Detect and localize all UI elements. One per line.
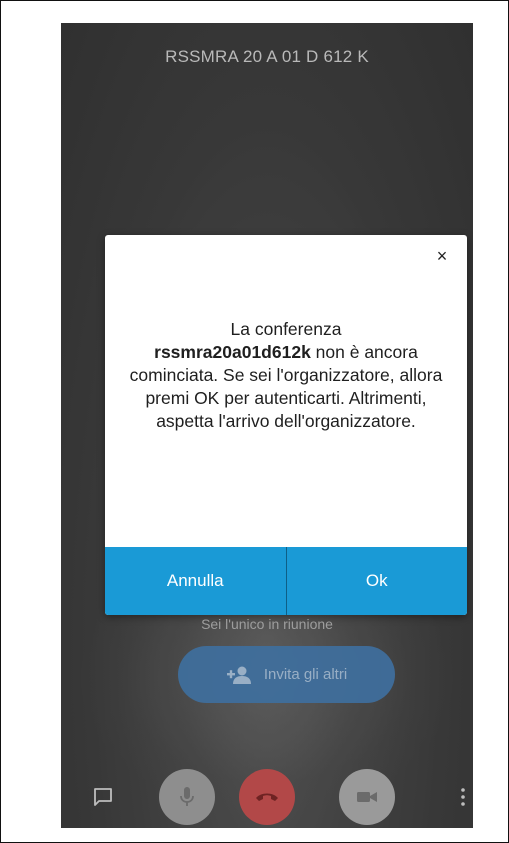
camera-icon [357, 792, 377, 802]
chat-icon[interactable] [93, 787, 113, 807]
hangup-icon [256, 793, 278, 801]
cancel-button[interactable]: Annulla [105, 547, 286, 615]
invite-label: Invita gli altri [263, 666, 348, 683]
ok-button[interactable]: Ok [287, 547, 468, 615]
auth-dialog: × La conferenza rssmra20a01d612k non è a… [105, 235, 467, 615]
dialog-actions: Annulla Ok [105, 547, 467, 615]
hangup-button[interactable] [239, 769, 295, 825]
message-prefix: La conferenza [230, 319, 342, 339]
dialog-message: La conferenza rssmra20a01d612k non è anc… [117, 318, 455, 433]
microphone-icon [180, 787, 194, 806]
more-vertical-icon[interactable] [459, 787, 467, 807]
alone-in-meeting-text: Sei l'unico in riunione [201, 616, 333, 632]
invite-others-button[interactable]: Invita gli altri [178, 646, 395, 703]
add-person-icon [226, 666, 251, 684]
screenshot-frame: RSSMRA 20 A 01 D 612 K × La conferenza r… [0, 0, 509, 843]
camera-button[interactable] [339, 769, 395, 825]
conference-screen: RSSMRA 20 A 01 D 612 K × La conferenza r… [61, 23, 473, 828]
microphone-button[interactable] [159, 769, 215, 825]
close-icon[interactable]: × [431, 245, 453, 267]
room-name: rssmra20a01d612k [154, 342, 311, 362]
